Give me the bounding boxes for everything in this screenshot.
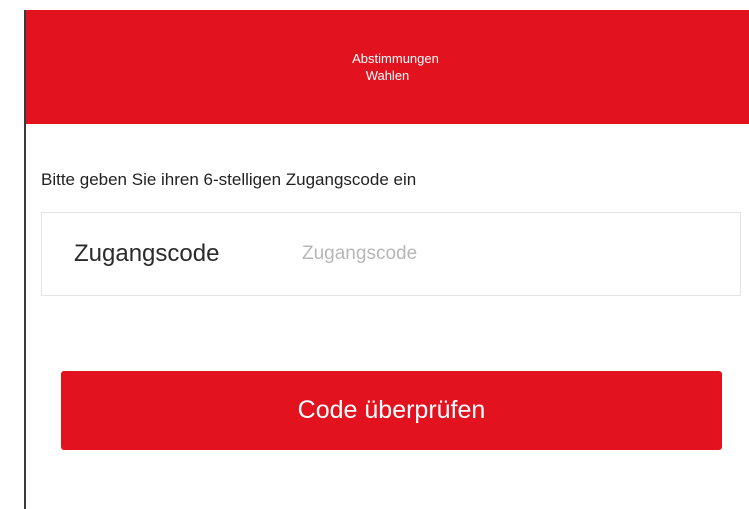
- verify-code-button[interactable]: Code überprüfen: [61, 371, 722, 450]
- access-code-input[interactable]: [302, 243, 702, 265]
- app-header: Abstimmungen Wahlen: [26, 10, 749, 124]
- header-subtitle: Wahlen: [365, 68, 410, 83]
- header-title: Abstimmungen: [352, 51, 439, 66]
- code-prompt-text: Bitte geben Sie ihren 6-stelligen Zugang…: [41, 170, 417, 189]
- access-code-field-row: Zugangscode: [41, 212, 741, 296]
- access-code-label: Zugangscode: [74, 240, 220, 267]
- app-screen: Abstimmungen Wahlen Bitte geben Sie ihre…: [0, 0, 749, 509]
